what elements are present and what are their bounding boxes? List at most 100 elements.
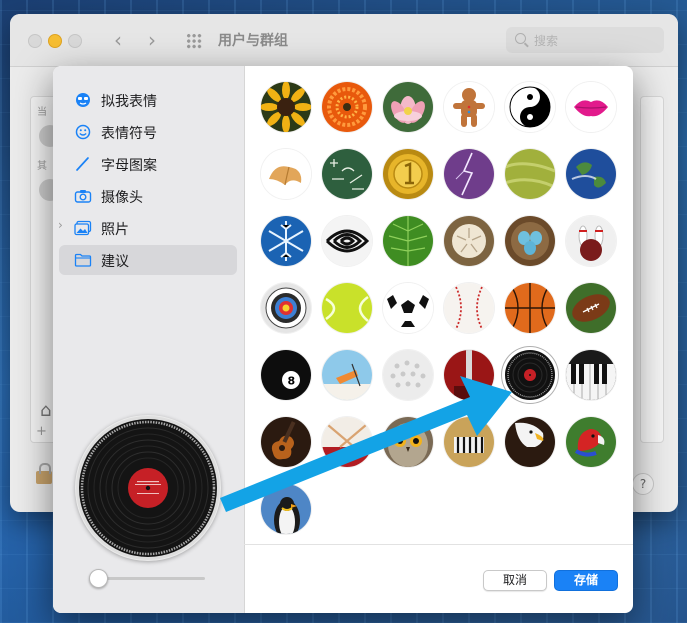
picture-lightning[interactable] (444, 149, 494, 199)
picture-zebra-pattern[interactable] (322, 216, 372, 266)
house-icon[interactable]: ⌂ (40, 400, 51, 421)
picture-fortune-cookie[interactable] (261, 149, 311, 199)
back-icon[interactable]: ‹ (114, 28, 122, 52)
chalkboard-image (322, 149, 372, 199)
vinyl-record-image (505, 350, 555, 400)
show-all-grid-icon[interactable] (186, 33, 202, 49)
sidebar-item-monogram[interactable]: 字母图案 (59, 149, 237, 179)
sidebar-item-label: 摄像头 (101, 190, 143, 206)
sidebar-item-photos[interactable]: › 照片 (58, 213, 237, 243)
guitar-image (261, 417, 311, 467)
picture-zebra[interactable] (444, 417, 494, 467)
search-icon (515, 33, 526, 44)
sidebar-item-label: 字母图案 (101, 158, 157, 174)
picture-picker-sheet: 拟我表情 表情符号 字母图案 摄像头 › 照片 建议 8 取消 存储 (53, 66, 633, 613)
picture-leaf[interactable] (383, 216, 433, 266)
picture-soccer-ball[interactable] (383, 283, 433, 333)
zoom-slider-handle[interactable] (89, 569, 108, 588)
leaf-image (383, 216, 433, 266)
picture-guitar-amp[interactable] (444, 350, 494, 400)
suggested-pictures-grid: 8 (261, 82, 626, 552)
soccer-ball-image (383, 283, 433, 333)
fortune-cookie-image (261, 149, 311, 199)
picture-football[interactable] (566, 283, 616, 333)
picture-sand[interactable] (505, 149, 555, 199)
sand-dollar-image (444, 216, 494, 266)
picture-golf-ball[interactable] (383, 350, 433, 400)
picture-drink[interactable] (322, 350, 372, 400)
sidebar-item-memoji[interactable]: 拟我表情 (59, 85, 237, 115)
picture-owl[interactable] (383, 417, 433, 467)
zoom-window-button[interactable] (68, 34, 82, 48)
camera-icon (74, 190, 92, 203)
penguin-image (261, 484, 311, 534)
picture-bowling[interactable] (566, 216, 616, 266)
lightning-image (444, 149, 494, 199)
drink-image (322, 350, 372, 400)
picture-eggs-nest[interactable] (505, 216, 555, 266)
target-image (261, 283, 311, 333)
close-window-button[interactable] (28, 34, 42, 48)
picture-drum[interactable] (322, 417, 372, 467)
picture-target[interactable] (261, 283, 311, 333)
lock-icon[interactable] (36, 463, 52, 484)
basketball-image (505, 283, 555, 333)
sand-image (505, 149, 555, 199)
sunflower-image (261, 82, 311, 132)
owl-image (383, 417, 433, 467)
yin-yang-image (505, 82, 555, 132)
picture-earth[interactable] (566, 149, 616, 199)
picture-eight-ball[interactable]: 8 (261, 350, 311, 400)
picker-sidebar: 拟我表情 表情符号 字母图案 摄像头 › 照片 建议 (53, 66, 245, 613)
picture-yin-yang[interactable] (505, 82, 555, 132)
eagle-image (505, 417, 555, 467)
sidebar-item-suggestions[interactable]: 建议 (59, 245, 237, 275)
picture-snowflake[interactable] (261, 216, 311, 266)
picture-chalkboard[interactable] (322, 149, 372, 199)
add-user-button[interactable]: + (36, 424, 47, 439)
earth-image (566, 149, 616, 199)
memoji-icon (76, 93, 90, 107)
picture-baseball[interactable] (444, 283, 494, 333)
avatar-preview[interactable] (75, 415, 221, 561)
search-field[interactable]: 搜索 (506, 27, 664, 53)
picture-sunflower[interactable] (261, 82, 311, 132)
picture-piano-keys[interactable] (566, 350, 616, 400)
gold-medal-image (383, 149, 433, 199)
pencil-icon (76, 157, 89, 171)
window-titlebar: ‹ › 用户与群组 搜索 (10, 14, 678, 67)
drum-image (322, 417, 372, 467)
sidebar-item-emoji[interactable]: 表情符号 (59, 117, 237, 147)
sidebar-item-label: 表情符号 (101, 126, 157, 142)
football-image (566, 283, 616, 333)
picture-sand-dollar[interactable] (444, 216, 494, 266)
disclosure-chevron-icon[interactable]: › (58, 218, 63, 232)
picture-lips[interactable] (566, 82, 616, 132)
details-pane (640, 96, 664, 443)
minimize-window-button[interactable] (48, 34, 62, 48)
picture-gold-medal[interactable] (383, 149, 433, 199)
sidebar-item-camera[interactable]: 摄像头 (59, 181, 237, 211)
dahlia-image (322, 82, 372, 132)
parrot-image (566, 417, 616, 467)
sidebar-item-label: 照片 (101, 222, 129, 238)
window-title: 用户与群组 (218, 33, 288, 49)
picture-penguin[interactable] (261, 484, 311, 534)
picture-gingerbread-man[interactable] (444, 82, 494, 132)
picture-tennis-ball[interactable] (322, 283, 372, 333)
picture-lotus[interactable] (383, 82, 433, 132)
picture-dahlia[interactable] (322, 82, 372, 132)
snowflake-image (261, 216, 311, 266)
other-users-header: 其 (37, 161, 47, 172)
forward-icon[interactable]: › (148, 28, 156, 52)
gingerbread-man-image (444, 82, 494, 132)
picture-parrot[interactable] (566, 417, 616, 467)
help-button[interactable]: ? (632, 473, 654, 495)
picture-eagle[interactable] (505, 417, 555, 467)
picture-guitar[interactable] (261, 417, 311, 467)
picture-basketball[interactable] (505, 283, 555, 333)
cancel-button[interactable]: 取消 (483, 570, 547, 591)
save-button[interactable]: 存储 (554, 570, 618, 591)
picture-vinyl-record[interactable] (505, 350, 555, 400)
zoom-slider-track[interactable] (97, 577, 205, 580)
